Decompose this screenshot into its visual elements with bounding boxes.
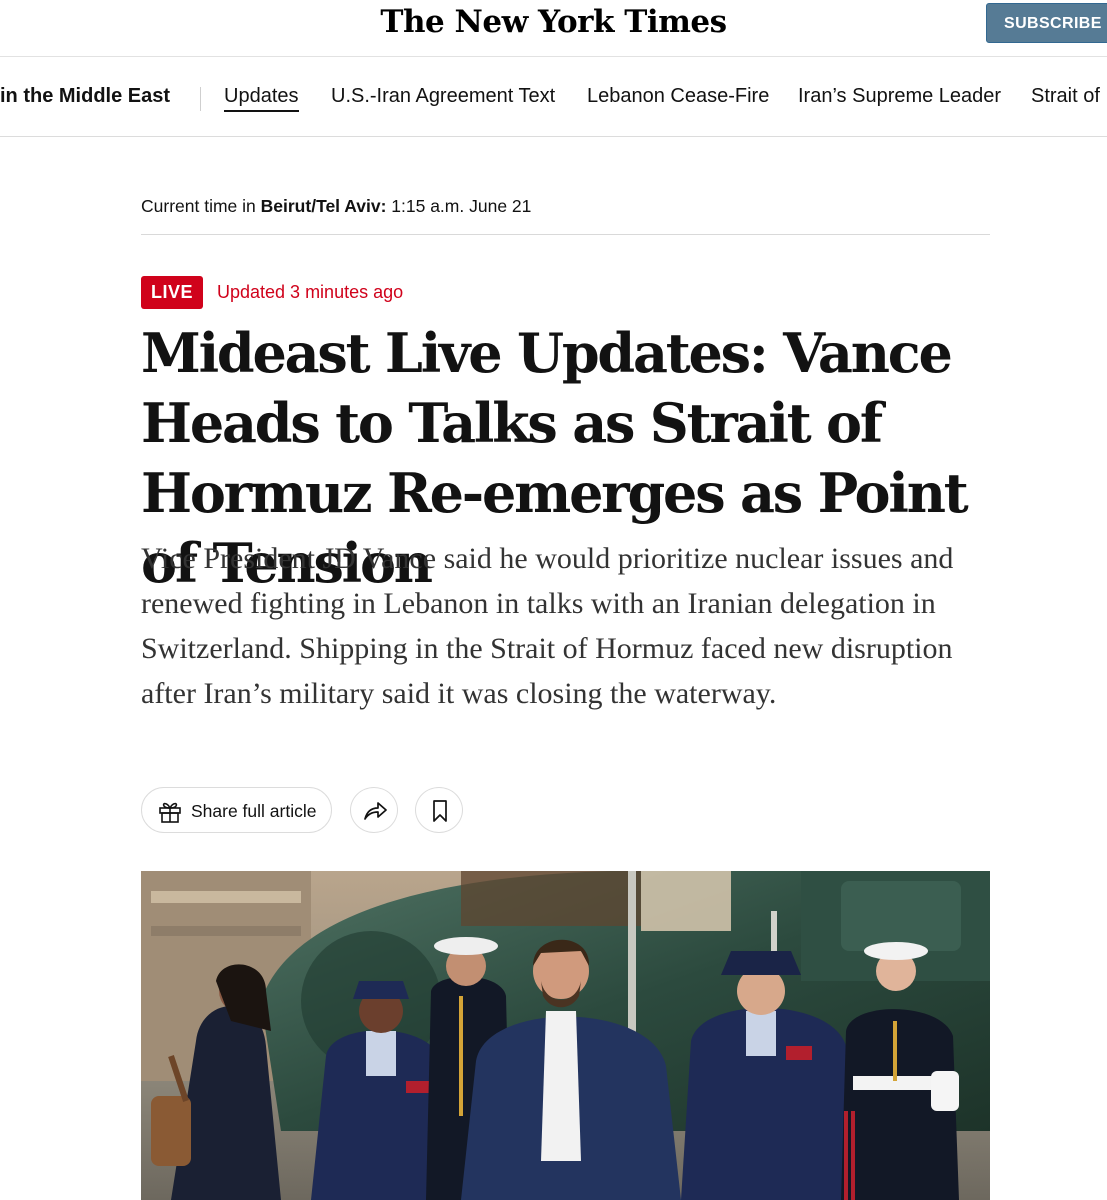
topic-nav-item-lebanon-cease-fire[interactable]: Lebanon Cease-Fire <box>587 85 769 108</box>
topic-nav-item-supreme-leader[interactable]: Iran’s Supreme Leader <box>798 85 1001 108</box>
topic-nav-item-updates[interactable]: Updates <box>224 85 299 112</box>
current-time-prefix: Current time in <box>141 196 256 216</box>
bookmark-icon <box>433 800 447 822</box>
share-button[interactable] <box>350 787 398 833</box>
current-time-value: 1:15 a.m. June 21 <box>391 196 532 216</box>
share-arrow-icon <box>364 802 387 820</box>
topic-nav-item-strait[interactable]: Strait of <box>1031 85 1100 108</box>
topic-nav-divider <box>200 87 201 111</box>
subscribe-button[interactable]: SUBSCRIBE <box>986 3 1107 43</box>
gift-icon <box>157 798 183 829</box>
topic-nav-item-updates-label: Updates <box>224 85 299 112</box>
lead-photo-image <box>141 871 990 1200</box>
topic-nav-title[interactable]: in the Middle East <box>0 85 170 108</box>
save-button[interactable] <box>415 787 463 833</box>
article-summary: Vice President JD Vance said he would pr… <box>141 542 954 710</box>
nyt-logo[interactable]: The New York Times <box>0 4 1107 40</box>
current-time-location: Beirut/Tel Aviv: <box>260 196 387 216</box>
lead-photo[interactable] <box>141 871 990 1200</box>
topic-nav: in the Middle East Updates U.S.-Iran Agr… <box>0 57 1107 137</box>
share-full-article-label: Share full article <box>191 801 317 821</box>
updated-timestamp: Updated 3 minutes ago <box>217 282 404 302</box>
current-time-bar: Current time in Beirut/Tel Aviv: 1:15 a.… <box>141 196 990 235</box>
masthead: The New York Times SUBSCRIBE <box>0 0 1107 57</box>
live-badge: LIVE <box>141 276 203 309</box>
topic-nav-item-agreement-text[interactable]: U.S.-Iran Agreement Text <box>331 85 555 108</box>
share-full-article-button[interactable]: Share full article <box>141 787 332 833</box>
